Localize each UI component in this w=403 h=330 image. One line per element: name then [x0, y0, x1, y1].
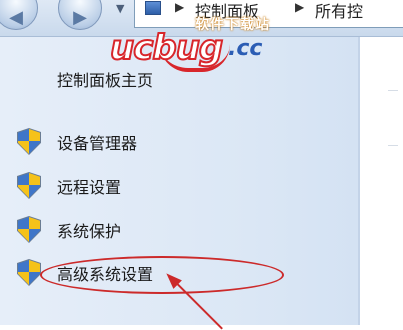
breadcrumb-separator-icon[interactable]: ▶	[175, 0, 184, 14]
uac-shield-icon	[17, 216, 41, 243]
back-button[interactable]: ◀	[0, 0, 38, 30]
divider	[388, 90, 398, 91]
history-dropdown-icon[interactable]: ▼	[116, 2, 124, 15]
content-pane	[360, 37, 403, 325]
breadcrumb-separator-icon[interactable]: ▶	[295, 0, 304, 14]
watermark-logo: ucbug	[109, 27, 224, 69]
sidebar-item-remote-settings[interactable]: 远程设置	[17, 172, 122, 200]
watermark-suffix: .cc	[228, 36, 263, 61]
sidebar-item-device-manager[interactable]: 设备管理器	[17, 128, 138, 156]
highlight-ellipse	[40, 256, 284, 294]
control-panel-icon	[145, 1, 161, 15]
sidebar-item-system-protection[interactable]: 系统保护	[17, 216, 122, 244]
uac-shield-icon	[17, 172, 41, 199]
sidebar-item-label: 系统保护	[57, 222, 122, 241]
sidebar-item-label: 设备管理器	[57, 134, 138, 153]
uac-shield-icon	[17, 259, 41, 286]
sidebar-item-label: 远程设置	[57, 178, 122, 197]
forward-arrow-icon: ▶	[73, 7, 87, 28]
forward-button[interactable]: ▶	[58, 0, 102, 30]
uac-shield-icon	[17, 128, 41, 155]
back-arrow-icon: ◀	[9, 7, 23, 28]
divider	[388, 145, 398, 146]
breadcrumb-all-items[interactable]: 所有控	[315, 0, 363, 22]
control-panel-home-link[interactable]: 控制面板主页	[57, 67, 153, 91]
